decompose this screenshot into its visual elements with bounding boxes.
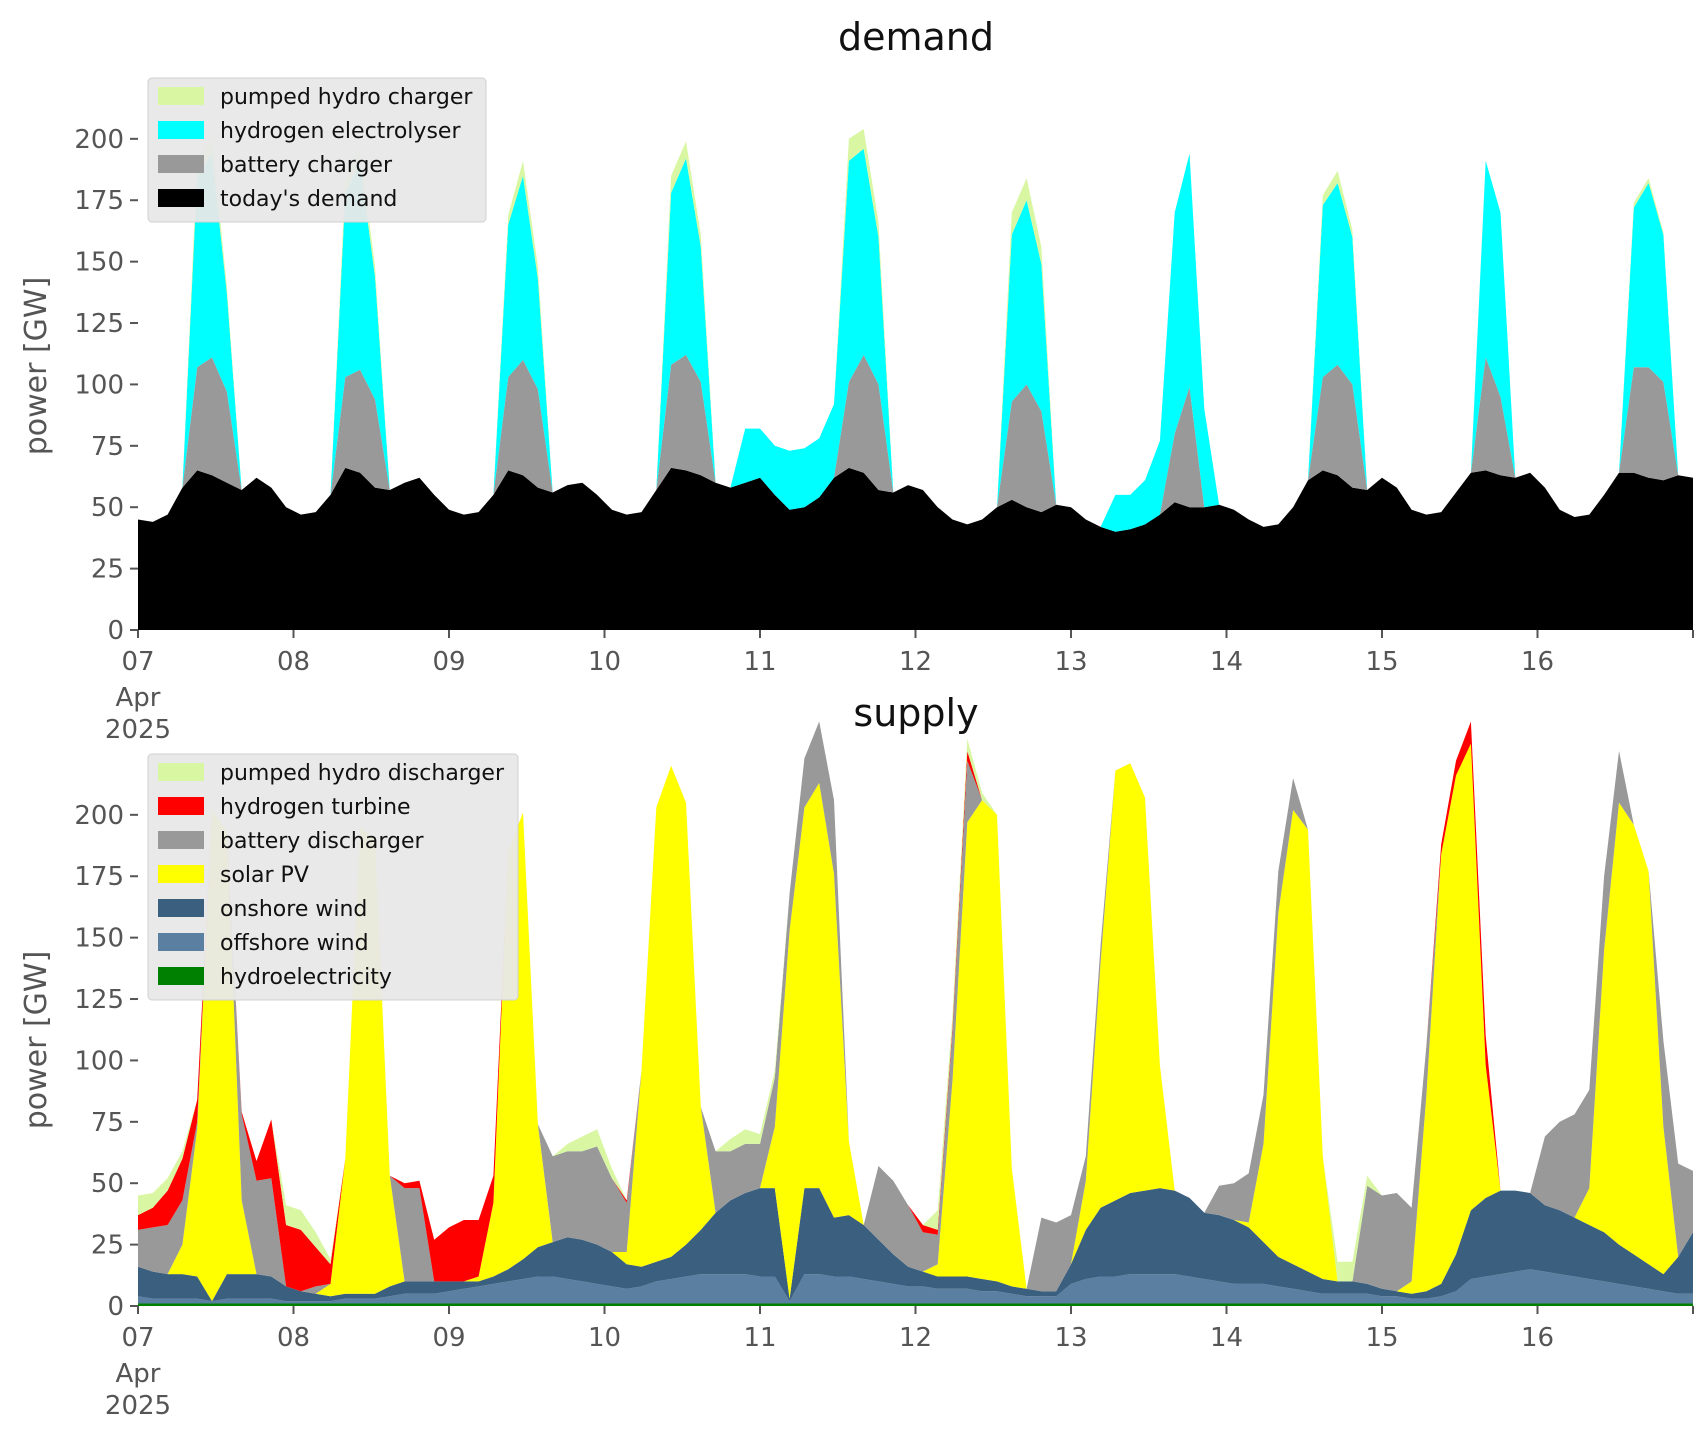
supply-legend-swatch-hydrogen-turbine [158,797,204,815]
demand-x-tick-month: Apr [116,683,161,713]
demand-y-tick-label: 0 [107,616,124,646]
demand-legend-label-today-s-demand: today's demand [220,187,397,212]
supply-chart-title: supply [853,691,978,735]
supply-y-tick-label: 150 [74,924,124,954]
supply-legend-label-hydrogen-turbine: hydrogen turbine [220,795,411,820]
demand-legend: pumped hydro charger hydrogen electrolyse… [147,77,487,223]
demand-x-tick-year: 2025 [105,715,171,745]
demand-legend-label-battery-charger: battery charger [220,153,393,178]
demand-y-tick-label: 150 [74,248,124,278]
demand-y-tick-label: 50 [91,493,124,523]
supply-y-tick-label: 75 [91,1108,124,1138]
supply-legend-label-offshore-wind: offshore wind [220,931,369,956]
demand-x-tick-label: 12 [899,647,932,677]
demand-x-tick-label: 09 [432,647,465,677]
demand-legend-swatch-hydrogen-electrolyser [158,121,204,139]
demand-y-tick-label: 125 [74,309,124,339]
supply-x-tick-month: Apr [116,1359,161,1389]
supply-legend-label-battery-discharger: battery discharger [220,829,425,854]
demand-x-tick-label: 16 [1521,647,1554,677]
supply-legend-swatch-pumped-hydro-discharger [158,763,204,781]
demand-x-tick-label: 08 [277,647,310,677]
demand-y-tick-label: 25 [91,555,124,585]
supply-legend: pumped hydro discharger hydrogen turbine b… [147,753,519,1001]
supply-legend-label-onshore-wind: onshore wind [220,897,367,922]
demand-x-tick-label: 11 [743,647,776,677]
supply-y-tick-label: 175 [74,862,124,892]
demand-chart-title: demand [838,15,994,59]
supply-legend-swatch-offshore-wind [158,933,204,951]
demand-x-tick-label: 13 [1054,647,1087,677]
supply-x-tick-label: 10 [588,1323,621,1353]
supply-y-tick-label: 25 [91,1231,124,1261]
demand-legend-label-pumped-hydro-charger: pumped hydro charger [220,85,473,110]
supply-y-tick-label: 200 [74,801,124,831]
supply-legend-label-pumped-hydro-discharger: pumped hydro discharger [220,761,505,786]
supply-legend-swatch-hydroelectricity [158,967,204,985]
supply-x-tick-label: 08 [277,1323,310,1353]
supply-legend-swatch-onshore-wind [158,899,204,917]
supply-legend-label-hydroelectricity: hydroelectricity [220,965,392,990]
supply-area-hydroelectricity [138,1303,1693,1306]
supply-legend-label-solar-pv: solar PV [220,863,309,888]
supply-x-tick-label: 13 [1054,1323,1087,1353]
demand-legend-swatch-today-s-demand [158,189,204,207]
supply-x-tick-label: 07 [121,1323,154,1353]
supply-y-tick-label: 100 [74,1046,124,1076]
demand-x-tick-label: 15 [1365,647,1398,677]
supply-legend-swatch-solar-pv [158,865,204,883]
supply-y-tick-label: 0 [107,1292,124,1322]
demand-legend-swatch-battery-charger [158,155,204,173]
supply-x-tick-label: 12 [899,1323,932,1353]
supply-legend-swatch-battery-discharger [158,831,204,849]
demand-area-today-s-demand [138,467,1693,630]
supply-y-tick-label: 125 [74,985,124,1015]
demand-y-axis-label: power [GW] [19,277,54,456]
supply-x-tick-label: 11 [743,1323,776,1353]
demand-y-tick-label: 100 [74,370,124,400]
supply-y-tick-label: 50 [91,1169,124,1199]
demand-x-tick-label: 07 [121,647,154,677]
supply-x-tick-year: 2025 [105,1391,171,1421]
demand-y-tick-label: 200 [74,125,124,155]
supply-x-tick-label: 15 [1365,1323,1398,1353]
demand-y-tick-label: 75 [91,432,124,462]
supply-x-tick-label: 16 [1521,1323,1554,1353]
demand-x-tick-label: 14 [1210,647,1243,677]
demand-legend-label-hydrogen-electrolyser: hydrogen electrolyser [220,119,461,144]
demand-legend-swatch-pumped-hydro-charger [158,87,204,105]
demand-y-tick-label: 175 [74,186,124,216]
supply-x-tick-label: 09 [432,1323,465,1353]
supply-y-axis-label: power [GW] [19,951,54,1130]
demand-x-tick-label: 10 [588,647,621,677]
figure-canvas: demand power [GW] 0255075100125150175200… [0,0,1706,1431]
supply-x-tick-label: 14 [1210,1323,1243,1353]
